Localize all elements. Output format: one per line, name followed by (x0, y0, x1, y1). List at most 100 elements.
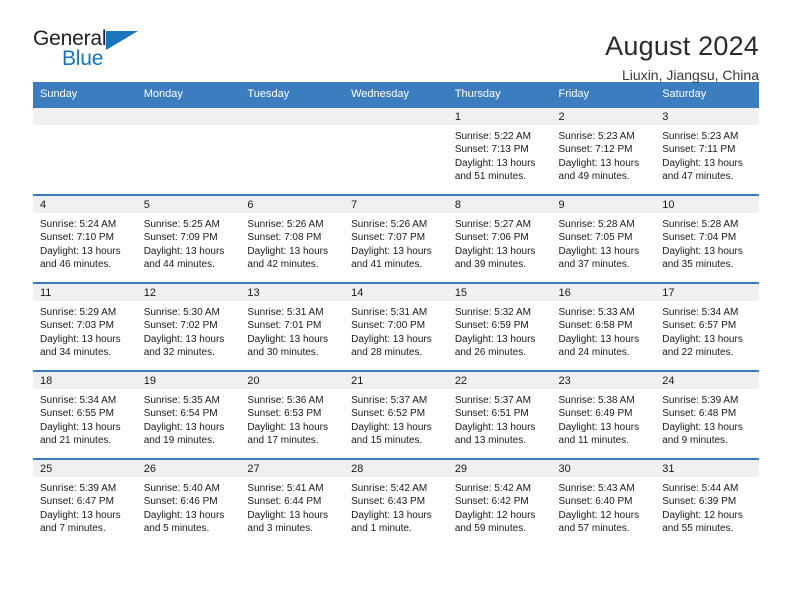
calendar-day-cell[interactable]: 1 Sunrise: 5:22 AM Sunset: 7:13 PM Daylight… (447, 106, 552, 195)
sunset-time: Sunset: 6:55 PM (40, 408, 114, 420)
day-details: Sunrise: 5:23 AM Sunset: 7:11 PM Daylight:… (655, 125, 759, 184)
day-number: 26 (136, 460, 241, 477)
sunrise-time: Sunrise: 5:32 AM (454, 307, 531, 318)
daylight-duration: Daylight: 13 hours and 42 minutes. (247, 245, 329, 271)
day-number (344, 108, 448, 125)
calendar-day-cell[interactable]: 16 Sunrise: 5:33 AM Sunset: 6:58 PM Dayligh… (551, 282, 656, 371)
calendar-day-cell[interactable]: 4 Sunrise: 5:24 AM Sunset: 7:10 PM Daylight… (33, 194, 137, 283)
day-number: 20 (240, 372, 345, 389)
day-details: Sunrise: 5:43 AM Sunset: 6:40 PM Daylight:… (552, 477, 656, 536)
sunset-time: Sunset: 6:39 PM (662, 496, 737, 508)
calendar-day-cell[interactable]: 2 Sunrise: 5:23 AM Sunset: 7:12 PM Daylight… (551, 106, 656, 195)
day-number (33, 108, 137, 125)
sunrise-time: Sunrise: 5:42 AM (351, 483, 428, 494)
daylight-duration: Daylight: 13 hours and 9 minutes. (662, 421, 743, 447)
sunrise-time: Sunrise: 5:35 AM (143, 395, 220, 406)
sunset-time: Sunset: 6:44 PM (247, 496, 322, 508)
daylight-duration: Daylight: 13 hours and 5 minutes. (143, 509, 225, 535)
calendar-day-cell-empty (240, 106, 345, 195)
day-number: 21 (344, 372, 448, 389)
sunrise-time: Sunrise: 5:22 AM (454, 131, 531, 142)
sunrise-time: Sunrise: 5:37 AM (454, 395, 531, 406)
daylight-duration: Daylight: 13 hours and 32 minutes. (143, 333, 225, 359)
sunset-time: Sunset: 7:01 PM (247, 320, 322, 332)
daylight-duration: Daylight: 13 hours and 41 minutes. (351, 245, 432, 271)
calendar-day-cell[interactable]: 25 Sunrise: 5:39 AM Sunset: 6:47 PM Dayligh… (33, 458, 137, 547)
calendar-day-cell[interactable]: 14 Sunrise: 5:31 AM Sunset: 7:00 PM Dayligh… (344, 282, 448, 371)
day-number: 9 (551, 196, 656, 213)
day-details: Sunrise: 5:42 AM Sunset: 6:42 PM Daylight:… (448, 477, 552, 536)
calendar-day-cell[interactable]: 22 Sunrise: 5:37 AM Sunset: 6:51 PM Dayligh… (447, 370, 552, 459)
calendar-week-row: 18 Sunrise: 5:34 AM Sunset: 6:55 PM Dayligh… (33, 370, 759, 459)
sunset-time: Sunset: 6:43 PM (351, 496, 426, 508)
day-number: 14 (344, 284, 448, 301)
day-details: Sunrise: 5:41 AM Sunset: 6:44 PM Daylight:… (240, 477, 344, 536)
day-details: Sunrise: 5:34 AM Sunset: 6:57 PM Daylight:… (655, 301, 759, 360)
calendar-day-cell[interactable]: 5 Sunrise: 5:25 AM Sunset: 7:09 PM Daylight… (136, 194, 241, 283)
day-details: Sunrise: 5:22 AM Sunset: 7:13 PM Daylight:… (448, 125, 552, 184)
calendar-day-cell[interactable]: 17 Sunrise: 5:34 AM Sunset: 6:57 PM Dayligh… (655, 282, 759, 371)
day-number: 29 (447, 460, 552, 477)
calendar-day-cell[interactable]: 26 Sunrise: 5:40 AM Sunset: 6:46 PM Dayligh… (136, 458, 241, 547)
calendar-day-cell[interactable]: 30 Sunrise: 5:43 AM Sunset: 6:40 PM Dayligh… (551, 458, 656, 547)
day-details: Sunrise: 5:24 AM Sunset: 7:10 PM Daylight:… (33, 213, 137, 272)
calendar-day-cell[interactable]: 18 Sunrise: 5:34 AM Sunset: 6:55 PM Dayligh… (33, 370, 137, 459)
calendar-day-cell[interactable]: 19 Sunrise: 5:35 AM Sunset: 6:54 PM Dayligh… (136, 370, 241, 459)
day-number: 1 (447, 108, 552, 125)
calendar-day-cell[interactable]: 11 Sunrise: 5:29 AM Sunset: 7:03 PM Dayligh… (33, 282, 137, 371)
sunset-time: Sunset: 7:10 PM (40, 232, 114, 244)
sunset-time: Sunset: 6:52 PM (351, 408, 426, 420)
sunset-time: Sunset: 7:03 PM (40, 320, 114, 332)
page-title: August 2024 (605, 31, 759, 61)
calendar-day-cell[interactable]: 20 Sunrise: 5:36 AM Sunset: 6:53 PM Dayligh… (240, 370, 345, 459)
calendar-day-cell[interactable]: 24 Sunrise: 5:39 AM Sunset: 6:48 PM Dayligh… (655, 370, 759, 459)
calendar-week-row: 4 Sunrise: 5:24 AM Sunset: 7:10 PM Daylight… (33, 194, 759, 283)
sunrise-time: Sunrise: 5:28 AM (558, 219, 635, 230)
calendar-day-cell[interactable]: 6 Sunrise: 5:26 AM Sunset: 7:08 PM Daylight… (240, 194, 345, 283)
sunrise-time: Sunrise: 5:40 AM (143, 483, 220, 494)
calendar-day-cell[interactable]: 8 Sunrise: 5:27 AM Sunset: 7:06 PM Daylight… (447, 194, 552, 283)
daylight-duration: Daylight: 13 hours and 39 minutes. (454, 245, 536, 271)
calendar-day-cell[interactable]: 31 Sunrise: 5:44 AM Sunset: 6:39 PM Dayligh… (655, 458, 759, 547)
day-number: 27 (240, 460, 345, 477)
day-number: 5 (136, 196, 241, 213)
sunset-time: Sunset: 6:48 PM (662, 408, 737, 420)
weekday-header-sunday: Sunday (33, 82, 137, 107)
sunrise-time: Sunrise: 5:26 AM (351, 219, 428, 230)
calendar-day-cell[interactable]: 21 Sunrise: 5:37 AM Sunset: 6:52 PM Dayligh… (344, 370, 448, 459)
calendar-day-cell[interactable]: 9 Sunrise: 5:28 AM Sunset: 7:05 PM Daylight… (551, 194, 656, 283)
calendar-day-cell[interactable]: 7 Sunrise: 5:26 AM Sunset: 7:07 PM Daylight… (344, 194, 448, 283)
sunrise-time: Sunrise: 5:24 AM (40, 219, 117, 230)
day-details: Sunrise: 5:27 AM Sunset: 7:06 PM Daylight:… (448, 213, 552, 272)
calendar-day-cell[interactable]: 3 Sunrise: 5:23 AM Sunset: 7:11 PM Daylight… (655, 106, 759, 195)
calendar-day-cell[interactable]: 28 Sunrise: 5:42 AM Sunset: 6:43 PM Dayligh… (344, 458, 448, 547)
calendar-day-cell[interactable]: 23 Sunrise: 5:38 AM Sunset: 6:49 PM Dayligh… (551, 370, 656, 459)
day-number: 31 (655, 460, 759, 477)
day-number: 16 (551, 284, 656, 301)
calendar-day-cell[interactable]: 27 Sunrise: 5:41 AM Sunset: 6:44 PM Dayligh… (240, 458, 345, 547)
calendar-day-cell[interactable]: 10 Sunrise: 5:28 AM Sunset: 7:04 PM Dayligh… (655, 194, 759, 283)
day-details: Sunrise: 5:28 AM Sunset: 7:05 PM Daylight:… (552, 213, 656, 272)
sunrise-time: Sunrise: 5:44 AM (662, 483, 739, 494)
day-details: Sunrise: 5:31 AM Sunset: 7:00 PM Daylight:… (344, 301, 448, 360)
day-details: Sunrise: 5:26 AM Sunset: 7:08 PM Daylight:… (240, 213, 344, 272)
day-number: 28 (344, 460, 448, 477)
calendar-day-cell[interactable]: 15 Sunrise: 5:32 AM Sunset: 6:59 PM Dayligh… (447, 282, 552, 371)
title-block: August 2024 Liuxin, Jiangsu, China (605, 28, 759, 85)
calendar-day-cell[interactable]: 29 Sunrise: 5:42 AM Sunset: 6:42 PM Dayligh… (447, 458, 552, 547)
sunset-time: Sunset: 6:59 PM (454, 320, 529, 332)
sunset-time: Sunset: 6:58 PM (558, 320, 633, 332)
sunrise-time: Sunrise: 5:37 AM (351, 395, 428, 406)
calendar-day-cell[interactable]: 12 Sunrise: 5:30 AM Sunset: 7:02 PM Dayligh… (136, 282, 241, 371)
sunset-time: Sunset: 7:02 PM (143, 320, 218, 332)
daylight-duration: Daylight: 13 hours and 15 minutes. (351, 421, 432, 447)
weekday-header-saturday: Saturday (655, 82, 759, 107)
sunset-time: Sunset: 6:40 PM (558, 496, 633, 508)
brand-logo[interactable]: General Blue (33, 28, 153, 76)
day-number: 3 (655, 108, 759, 125)
calendar-day-cell[interactable]: 13 Sunrise: 5:31 AM Sunset: 7:01 PM Dayligh… (240, 282, 345, 371)
day-details: Sunrise: 5:40 AM Sunset: 6:46 PM Daylight:… (137, 477, 241, 536)
daylight-duration: Daylight: 13 hours and 1 minute. (351, 509, 432, 535)
sunrise-time: Sunrise: 5:29 AM (40, 307, 117, 318)
sunrise-time: Sunrise: 5:41 AM (247, 483, 324, 494)
